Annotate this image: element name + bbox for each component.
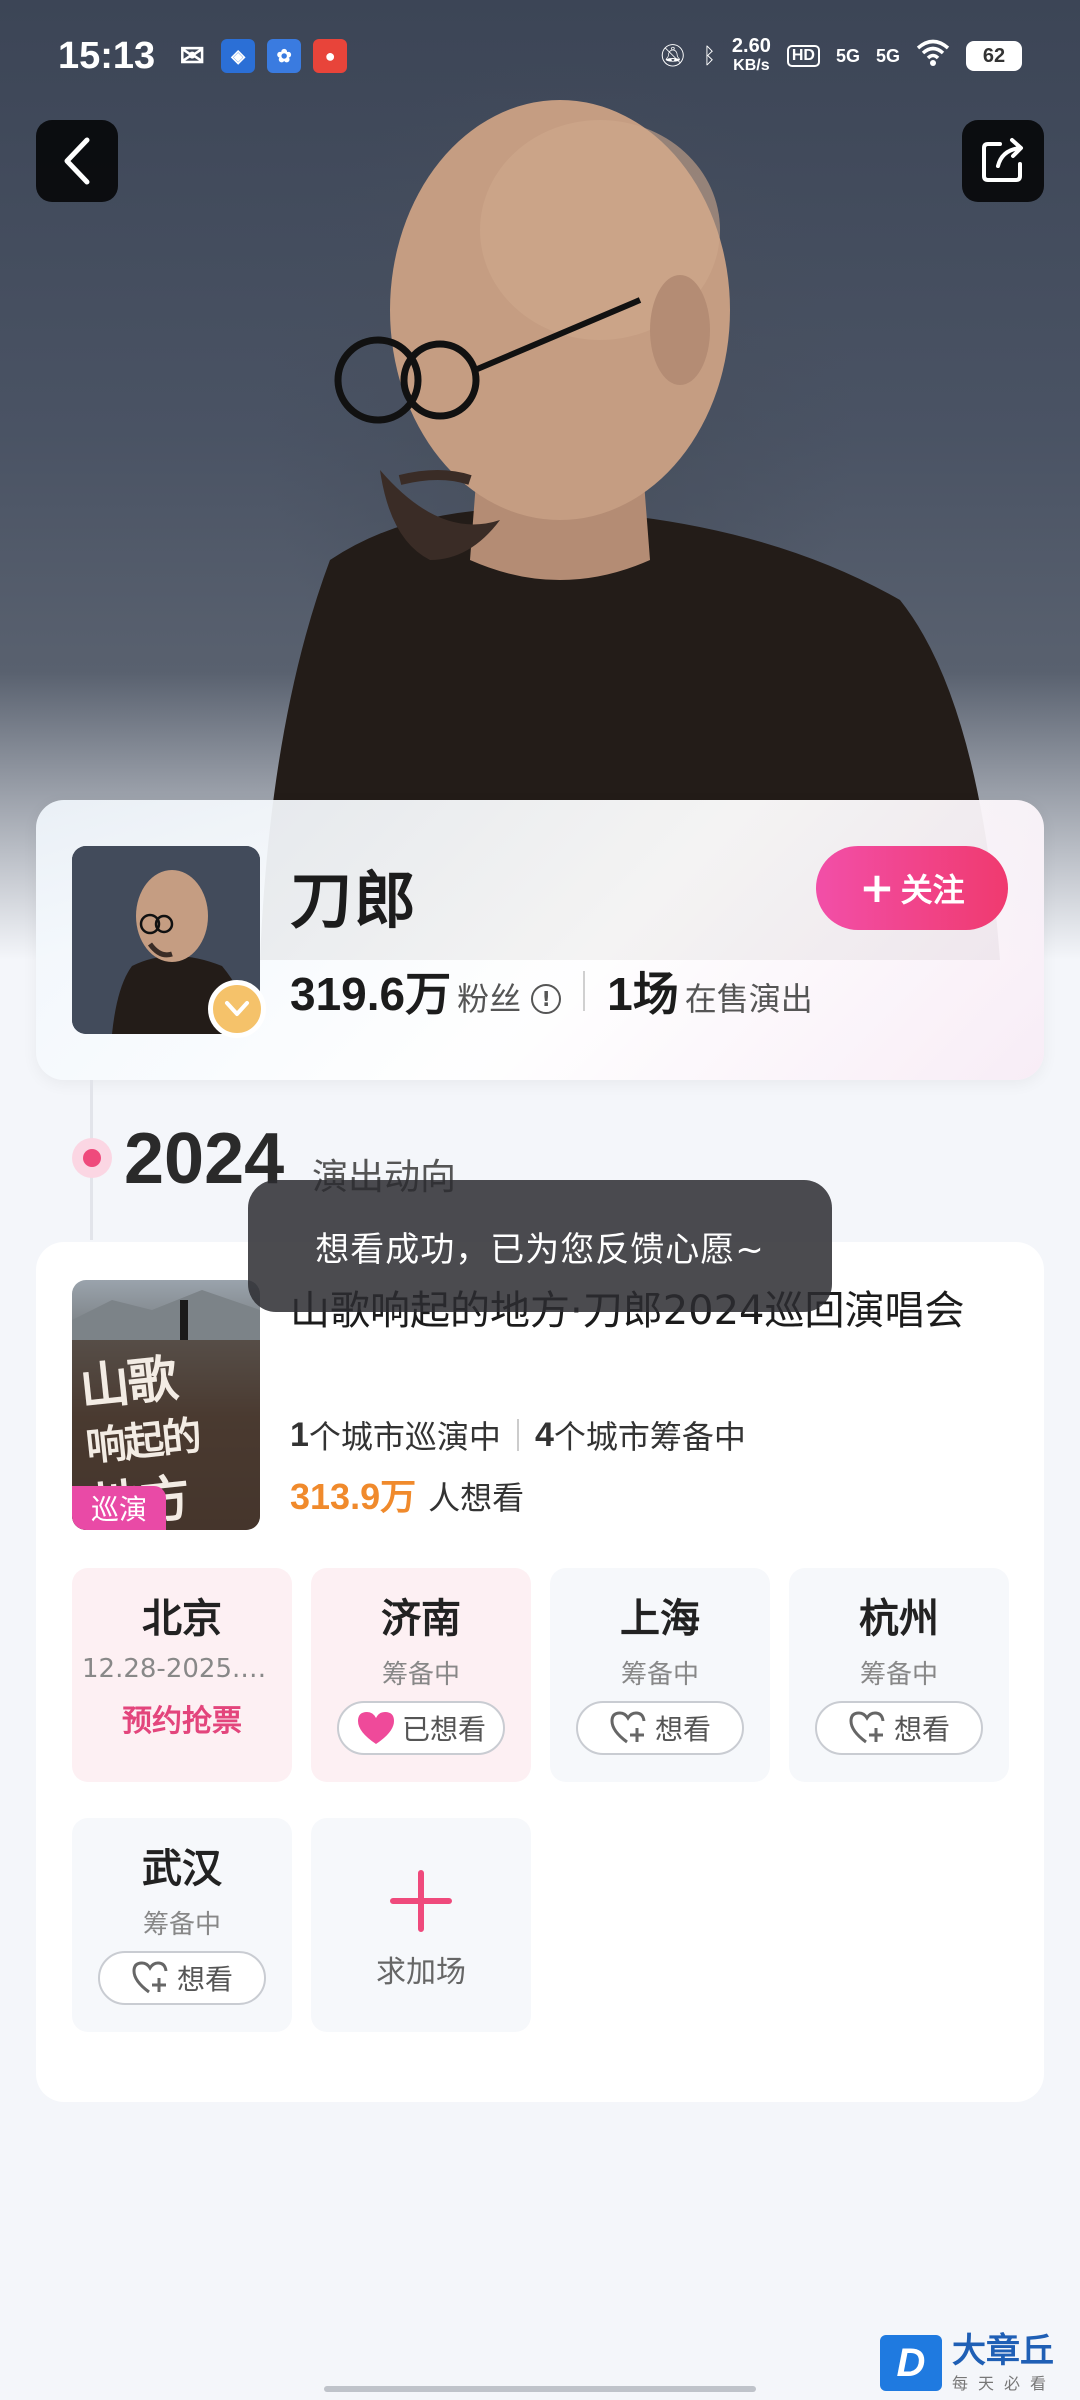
want-button[interactable]: 想看 <box>98 1951 266 2005</box>
timeline-dot <box>72 1138 112 1178</box>
info-icon[interactable]: ! <box>531 984 562 1014</box>
want-stats: 313.9万 人想看 <box>290 1468 524 1520</box>
city-status: 筹备中 <box>142 1910 221 1940</box>
watermark-title: 大章丘 <box>952 2331 1054 2371</box>
want-button[interactable]: 想看 <box>576 1701 744 1755</box>
city-name: 杭州 <box>859 1596 939 1642</box>
share-button[interactable] <box>962 120 1044 202</box>
show-city-stats: 1 个城市巡演中 4 个城市筹备中 <box>290 1412 746 1458</box>
follow-label: 关注 <box>900 871 965 909</box>
city-status: 筹备中 <box>381 1660 460 1690</box>
touring-count: 1 <box>290 1415 309 1454</box>
heart-plus-icon <box>132 1961 168 1994</box>
planning-count: 4 <box>534 1415 554 1454</box>
shows-count: 1场 <box>607 968 679 1020</box>
city-name: 武汉 <box>142 1846 222 1892</box>
show-card[interactable]: 山歌 响起的 地方 巡演 山歌响起的地方·刀郎2024巡回演唱会 1 个城市巡演… <box>36 1242 1044 2102</box>
plus-icon <box>390 1870 452 1932</box>
artist-name: 刀郎 <box>290 864 419 937</box>
artist-card: 刀郎 + 关注 319.6万 粉丝 ! 1场 在售演出 <box>36 800 1044 1080</box>
tour-tag: 巡演 <box>72 1486 166 1530</box>
toast-message: 想看成功，已为您反馈心愿~ <box>248 1180 832 1312</box>
app-notification-icon: ◈ <box>221 39 256 73</box>
share-icon <box>982 138 1023 182</box>
baidu-notification-icon: ✿ <box>267 39 302 73</box>
city-status: 筹备中 <box>620 1660 699 1690</box>
signal-icon: 5G <box>875 45 900 66</box>
battery-icon: 62 <box>966 41 1022 71</box>
chevron-left-icon <box>64 137 90 185</box>
app-notification-icon: ● <box>313 39 348 73</box>
city-name: 上海 <box>620 1596 700 1642</box>
city-card-shanghai[interactable]: 上海 筹备中 想看 <box>550 1568 770 1782</box>
city-card-wuhan[interactable]: 武汉 筹备中 想看 <box>72 1818 292 2032</box>
artist-stats: 319.6万 粉丝 ! 1场 在售演出 <box>290 958 813 1024</box>
status-bar: 15:13 ✉ ◈ ✿ ● 🔕︎ ᛒ 2.60 KB/s HD 5G 5G 62 <box>0 0 1080 112</box>
follow-button[interactable]: + 关注 <box>816 846 1008 930</box>
hd-icon: HD <box>786 45 820 67</box>
show-poster[interactable]: 山歌 响起的 地方 巡演 <box>72 1280 260 1530</box>
heart-plus-icon <box>610 1711 646 1744</box>
watermark: D 大章丘 每天必看 <box>880 2332 1056 2394</box>
home-indicator[interactable] <box>324 2386 756 2392</box>
status-time: 15:13 <box>58 34 156 77</box>
verified-badge-icon <box>208 980 266 1038</box>
mute-icon: 🔕︎ <box>658 43 687 68</box>
back-button[interactable] <box>36 120 118 202</box>
planning-label: 个城市筹备中 <box>553 1418 746 1456</box>
bluetooth-icon: ᛒ <box>702 43 716 68</box>
signal-icon: 5G <box>835 45 860 66</box>
reserve-ticket-button[interactable]: 预约抢票 <box>122 1696 242 1740</box>
city-name: 北京 <box>142 1596 222 1642</box>
city-status: 筹备中 <box>859 1660 938 1690</box>
want-count: 313.9万 <box>290 1476 417 1517</box>
plus-icon: + <box>859 863 895 912</box>
want-label: 人想看 <box>428 1479 525 1517</box>
shows-label[interactable]: 在售演出 <box>685 974 813 1020</box>
watermark-logo: D <box>880 2335 942 2391</box>
request-extra-show-label: 求加场 <box>376 1955 466 1990</box>
request-extra-show-button[interactable]: 求加场 <box>311 1818 531 2032</box>
divider <box>516 1419 519 1451</box>
wifi-icon <box>916 39 950 73</box>
city-card-jinan[interactable]: 济南 筹备中 已想看 <box>311 1568 531 1782</box>
fans-count: 319.6万 <box>290 968 452 1020</box>
city-card-hangzhou[interactable]: 杭州 筹备中 想看 <box>789 1568 1009 1782</box>
wechat-notification-icon: ✉ <box>179 39 205 73</box>
network-speed: 2.60 KB/s <box>731 35 771 74</box>
heart-plus-icon <box>849 1711 885 1744</box>
heart-filled-icon <box>357 1712 394 1744</box>
watermark-subtitle: 每天必看 <box>952 2374 1057 2393</box>
city-card-beijing[interactable]: 北京 12.28-2025.01... 预约抢票 <box>72 1568 292 1782</box>
fans-label: 粉丝 <box>457 980 522 1018</box>
touring-label: 个城市巡演中 <box>308 1418 501 1456</box>
wanted-button[interactable]: 已想看 <box>337 1701 505 1755</box>
city-dates: 12.28-2025.01... <box>82 1654 282 1684</box>
divider <box>583 971 586 1011</box>
want-button[interactable]: 想看 <box>815 1701 983 1755</box>
city-name: 济南 <box>381 1596 461 1642</box>
